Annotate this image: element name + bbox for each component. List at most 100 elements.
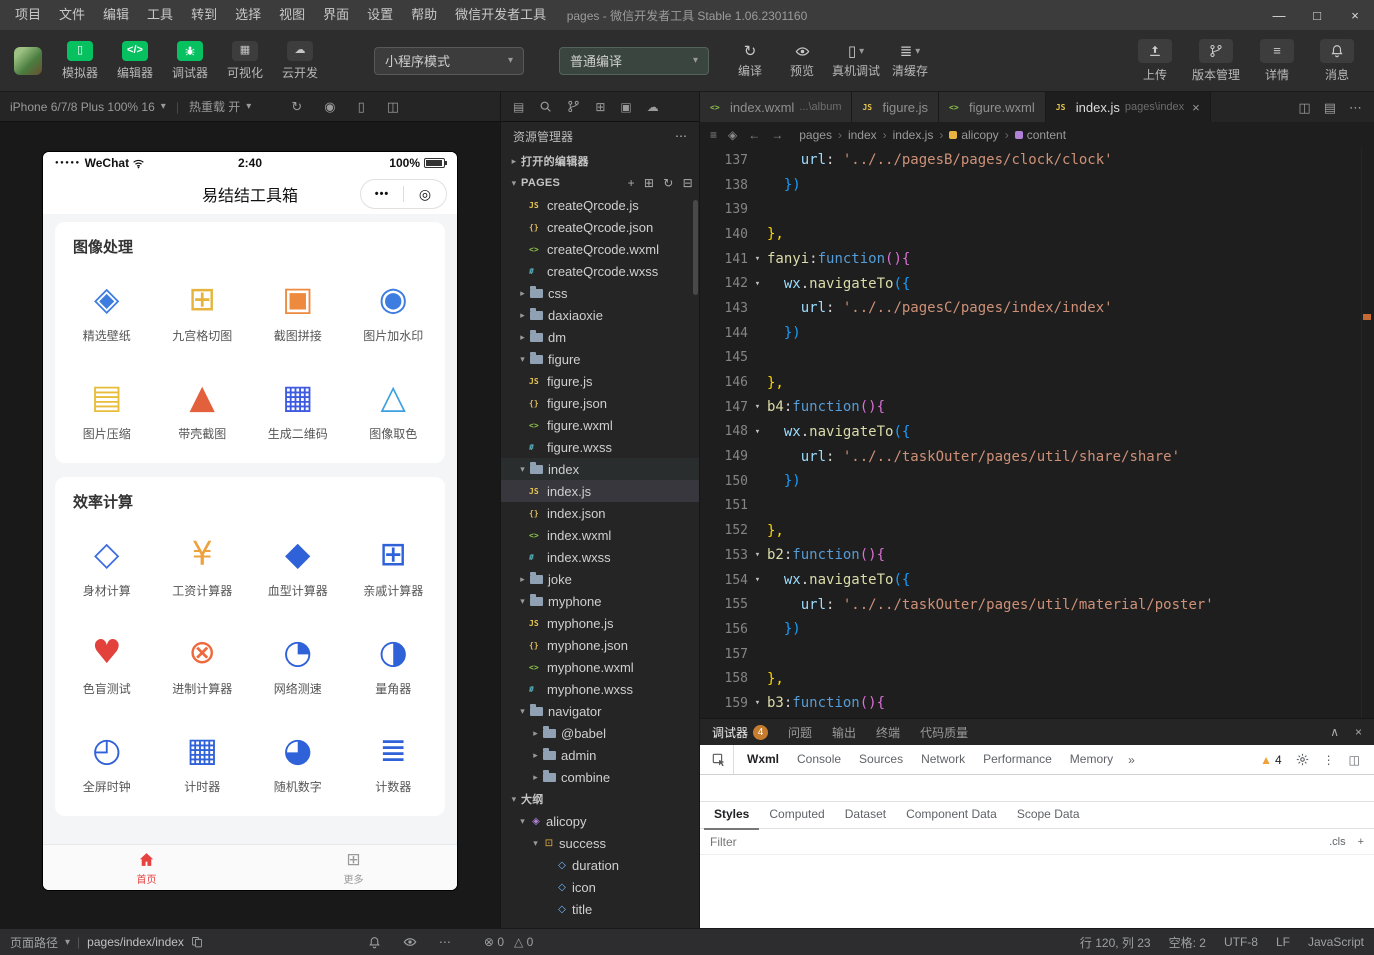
code-editor[interactable]: 137 url: '../../pagesB/pages/clock/clock…: [700, 148, 1374, 718]
tree-folder[interactable]: ▾myphone: [501, 590, 699, 612]
tree-folder[interactable]: ▸@babel: [501, 722, 699, 744]
editor-tab[interactable]: <>figure.wxml: [939, 92, 1046, 122]
menubar-item[interactable]: 项目: [6, 0, 50, 30]
outline-item[interactable]: ▾◈alicopy: [501, 810, 699, 832]
breadcrumb-item[interactable]: pages: [799, 128, 832, 142]
status-language[interactable]: JavaScript: [1308, 935, 1364, 949]
dots-menu-icon[interactable]: ⋮: [1323, 753, 1335, 767]
toolbar-action-button[interactable]: 预览: [780, 42, 824, 79]
tree-file[interactable]: JSfigure.js: [501, 370, 699, 392]
styles-tab[interactable]: Styles: [704, 801, 759, 830]
debugger-tab[interactable]: 调试器4: [712, 724, 768, 741]
settings-gear-icon[interactable]: [1296, 753, 1309, 766]
add-style-icon[interactable]: +: [1358, 836, 1364, 848]
devtools-tab[interactable]: Network: [912, 745, 974, 774]
fold-chevron-icon[interactable]: ▾: [748, 575, 767, 585]
tool-item[interactable]: ◕随机数字: [250, 712, 346, 810]
tree-file[interactable]: JScreateQrcode.js: [501, 194, 699, 216]
styles-filter-input[interactable]: [710, 835, 1321, 849]
phone-tab[interactable]: ⊞更多: [250, 845, 457, 890]
back-icon[interactable]: ←: [748, 129, 760, 141]
dock-icon[interactable]: ◫: [387, 100, 399, 113]
tree-folder[interactable]: ▾figure: [501, 348, 699, 370]
menubar-item[interactable]: 界面: [314, 0, 358, 30]
source-control-icon[interactable]: [567, 100, 580, 113]
devtools-tab[interactable]: Console: [788, 745, 850, 774]
tool-item[interactable]: ♥色盲测试: [59, 614, 155, 712]
tree-file[interactable]: #createQrcode.wxss: [501, 260, 699, 282]
debugger-tab[interactable]: 问题: [788, 724, 812, 741]
breadcrumb-item[interactable]: alicopy: [949, 128, 998, 142]
tool-item[interactable]: ◴全屏时钟: [59, 712, 155, 810]
tool-item[interactable]: ▤图片压缩: [59, 359, 155, 457]
tree-file[interactable]: <>myphone.wxml: [501, 656, 699, 678]
overflow-icon[interactable]: »: [1122, 753, 1141, 767]
compile-mode-select[interactable]: 普通编译 ▾: [559, 47, 709, 75]
status-line-col[interactable]: 行 120, 列 23: [1080, 934, 1151, 951]
record-icon[interactable]: ◉: [324, 100, 335, 113]
editor-tab[interactable]: JSfigure.js: [852, 92, 939, 122]
phone-tab[interactable]: 首页: [43, 845, 250, 890]
devtools-tab[interactable]: Memory: [1061, 745, 1122, 774]
toolbar-button[interactable]: ≡详情: [1254, 39, 1300, 83]
open-editors-section[interactable]: ▸ 打开的编辑器: [501, 150, 699, 172]
menubar-item[interactable]: 工具: [138, 0, 182, 30]
tool-item[interactable]: ⊞亲戚计算器: [346, 516, 442, 614]
toolbar-button[interactable]: 版本管理: [1192, 39, 1240, 83]
tree-folder[interactable]: ▸combine: [501, 766, 699, 788]
menubar-item[interactable]: 微信开发者工具: [446, 0, 555, 30]
bookmark-icon[interactable]: ◈: [728, 129, 737, 141]
dock-side-icon[interactable]: ◫: [1349, 753, 1360, 767]
tool-item[interactable]: ⊗进制计算器: [155, 614, 251, 712]
files-icon[interactable]: ▤: [513, 101, 524, 113]
fold-chevron-icon[interactable]: ▾: [748, 550, 767, 560]
toolbar-button[interactable]: 上传: [1132, 39, 1178, 83]
menubar-item[interactable]: 转到: [182, 0, 226, 30]
tool-item[interactable]: ▣截图拼接: [250, 261, 346, 359]
debugger-tab[interactable]: 代码质量: [920, 724, 968, 741]
tool-item[interactable]: ▦生成二维码: [250, 359, 346, 457]
watch-eye-icon[interactable]: [403, 935, 417, 949]
tool-item[interactable]: △图像取色: [346, 359, 442, 457]
hot-reload-toggle[interactable]: 热重载 开: [189, 98, 240, 115]
toolbar-button[interactable]: 消息: [1314, 39, 1360, 83]
fold-chevron-icon[interactable]: ▾: [748, 427, 767, 437]
editor-scrollbar[interactable]: [1361, 148, 1374, 718]
status-spaces[interactable]: 空格: 2: [1169, 934, 1206, 951]
warnings-indicator[interactable]: ▲ 4: [1260, 753, 1282, 767]
tool-item[interactable]: ⊞九宫格切图: [155, 261, 251, 359]
devtools-tab[interactable]: Wxml: [738, 745, 788, 774]
editor-tab[interactable]: JSindex.jspages\index×: [1046, 92, 1211, 122]
mode-select[interactable]: 小程序模式 ▾: [374, 47, 524, 75]
ellipsis-icon[interactable]: ⋯: [675, 130, 687, 142]
toolbar-action-button[interactable]: ≣▾清缓存: [888, 42, 932, 79]
device-select[interactable]: iPhone 6/7/8 Plus 100% 16: [10, 100, 155, 114]
menubar-item[interactable]: 视图: [270, 0, 314, 30]
tree-file[interactable]: JSindex.js: [501, 480, 699, 502]
notifications-bell-icon[interactable]: [368, 936, 381, 949]
breadcrumb-item[interactable]: index.js: [893, 128, 934, 142]
more-icon[interactable]: ⋯: [439, 935, 451, 949]
new-file-icon[interactable]: +: [628, 177, 635, 189]
toolbar-button[interactable]: ☁云开发: [277, 41, 323, 81]
maximize-icon[interactable]: □: [1298, 0, 1336, 30]
fold-chevron-icon[interactable]: ▾: [748, 254, 767, 264]
capsule-close-icon[interactable]: ◎: [404, 186, 446, 203]
tree-file[interactable]: <>figure.wxml: [501, 414, 699, 436]
toolbar-button[interactable]: ▦可视化: [222, 41, 268, 81]
toolbar-action-button[interactable]: ↻编译: [728, 42, 772, 79]
menubar-item[interactable]: 选择: [226, 0, 270, 30]
styles-tab[interactable]: Scope Data: [1007, 801, 1090, 830]
status-eol[interactable]: LF: [1276, 935, 1290, 949]
styles-tab[interactable]: Component Data: [896, 801, 1007, 830]
tool-item[interactable]: ◔网络测速: [250, 614, 346, 712]
new-folder-icon[interactable]: ⊞: [644, 177, 654, 189]
tool-item[interactable]: ◑量角器: [346, 614, 442, 712]
copy-path-icon[interactable]: [191, 936, 203, 948]
tree-file[interactable]: <>createQrcode.wxml: [501, 238, 699, 260]
tree-file[interactable]: {}index.json: [501, 502, 699, 524]
tree-folder[interactable]: ▾index: [501, 458, 699, 480]
outline-item[interactable]: ◇icon: [501, 876, 699, 898]
editor-tab[interactable]: <>index.wxml...\album: [700, 92, 852, 122]
rotate-icon[interactable]: ↻: [291, 100, 302, 113]
